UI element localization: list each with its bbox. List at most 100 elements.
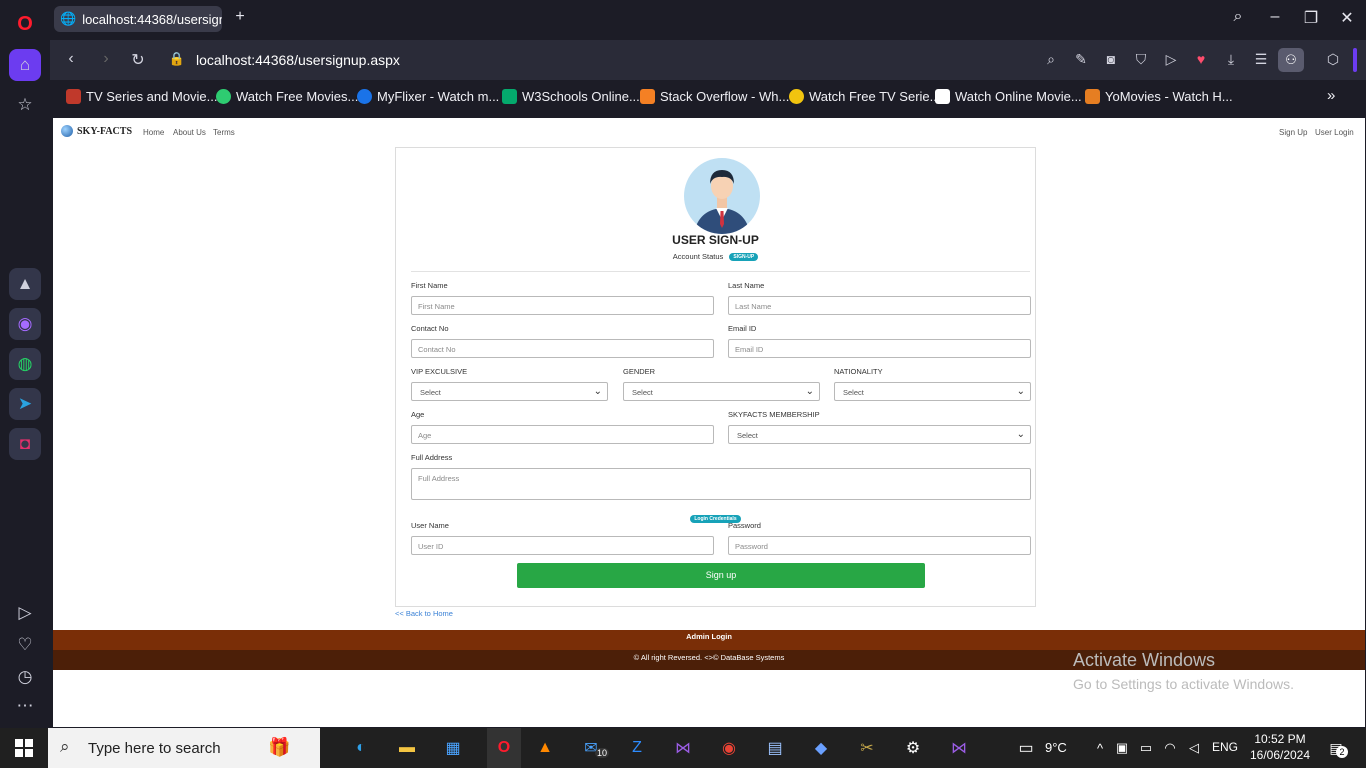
edge-icon[interactable]: ◐	[349, 736, 373, 760]
taskbar-search[interactable]: ⌕ Type here to search 🎁	[48, 728, 320, 768]
mail-icon[interactable]: ✉ 10	[579, 736, 610, 760]
chevron-up-icon[interactable]: ^	[1088, 736, 1112, 760]
vip-select[interactable]: Select ⌄	[411, 382, 608, 401]
reload-icon[interactable]: ↻	[127, 50, 149, 70]
bookmark-item[interactable]: Stack Overflow - Wh...	[640, 89, 789, 104]
profile-icon[interactable]: ⚇	[1278, 48, 1304, 72]
visual-studio-2-icon[interactable]: ⋈	[947, 736, 971, 760]
forward-icon[interactable]: ›	[95, 50, 117, 68]
web-page: SKY-FACTS Home About Us Terms Sign Up Us…	[53, 118, 1365, 727]
clock-time[interactable]: 10:52 PM	[1252, 732, 1308, 746]
bookmark-item[interactable]: MyFlixer - Watch m...	[357, 89, 499, 104]
windows-taskbar: ⌕ Type here to search 🎁 ◐ ▬ ▦ O ▲ ✉ 10 Z …	[0, 728, 1366, 768]
tab-active[interactable]: 🌐 localhost:44368/usersignu	[54, 6, 222, 32]
search-icon: ⌕	[60, 737, 70, 756]
download-icon[interactable]: ⤓	[1220, 51, 1242, 68]
bookmark-item[interactable]: Watch Free TV Serie...	[789, 89, 941, 104]
back-to-home-link[interactable]: << Back to Home	[395, 609, 453, 618]
adblock-icon[interactable]: ⛉	[1130, 51, 1152, 68]
address-textarea[interactable]: Full Address	[411, 468, 1031, 500]
nationality-select[interactable]: Select ⌄	[834, 382, 1031, 401]
visual-studio-icon[interactable]: ⋈	[671, 736, 695, 760]
notifications-icon[interactable]: ▤ 2	[1324, 736, 1348, 760]
username-input[interactable]: User ID	[411, 536, 714, 555]
star-icon[interactable]: ☆	[9, 89, 41, 121]
home-icon[interactable]: ⌂	[9, 49, 41, 81]
battery-icon[interactable]: ▭	[1134, 736, 1158, 760]
status-badge: SIGN-UP	[729, 253, 759, 262]
instagram-icon[interactable]: ◘	[9, 428, 41, 460]
age-input[interactable]: Age	[411, 425, 714, 444]
bookmark-favicon-icon	[935, 89, 950, 104]
clock-date[interactable]: 16/06/2024	[1249, 748, 1311, 762]
back-icon[interactable]: ‹	[60, 50, 82, 68]
player-icon[interactable]: ▷	[9, 597, 41, 629]
new-tab-icon[interactable]: +	[228, 8, 252, 26]
bookmark-item[interactable]: Watch Online Movie...	[935, 89, 1082, 104]
email-input[interactable]: Email ID	[728, 339, 1031, 358]
volume-icon[interactable]: ◁	[1182, 736, 1206, 760]
copilot-icon[interactable]: ◆	[809, 736, 833, 760]
wifi-icon[interactable]: ◠	[1158, 736, 1182, 760]
password-label: Password	[728, 521, 761, 530]
camera-tray-icon[interactable]: ▣	[1110, 736, 1134, 760]
nav-terms[interactable]: Terms	[213, 128, 235, 137]
vlc-icon[interactable]: ▲	[533, 736, 557, 760]
last-name-input[interactable]: Last Name	[728, 296, 1031, 315]
heart-icon[interactable]: ♥	[1190, 51, 1212, 67]
username-label: User Name	[411, 521, 449, 530]
nav-about[interactable]: About Us	[173, 128, 206, 137]
file-explorer-icon[interactable]: ▬	[395, 736, 419, 760]
store-icon[interactable]: ▦	[441, 736, 465, 760]
network-app-icon[interactable]: ▤	[763, 736, 787, 760]
nav-home[interactable]: Home	[143, 128, 164, 137]
bookmark-item[interactable]: TV Series and Movie...	[66, 89, 218, 104]
settings-icon[interactable]: ⚙	[901, 736, 925, 760]
edit-icon[interactable]: ✎	[1070, 51, 1092, 68]
chrome-icon[interactable]: ◉	[717, 736, 741, 760]
chevron-down-icon: ⌄	[805, 386, 814, 397]
bookmark-item[interactable]: Watch Free Movies...	[216, 89, 358, 104]
zoom-icon[interactable]: ⌕	[1040, 51, 1062, 68]
windows-start-icon[interactable]	[12, 736, 36, 760]
sidebar-toggle[interactable]	[1353, 48, 1357, 72]
bookmarks-overflow-icon[interactable]: »	[1327, 87, 1335, 104]
whatsapp-icon[interactable]: ◍	[9, 348, 41, 380]
membership-select[interactable]: Select ⌄	[728, 425, 1031, 444]
bookmark-item[interactable]: YoMovies - Watch H...	[1085, 89, 1233, 104]
restore-icon[interactable]: ❐	[1299, 8, 1323, 28]
admin-login-link[interactable]: Admin Login	[686, 632, 732, 641]
camera-icon[interactable]: ◙	[1100, 51, 1122, 67]
telegram-icon[interactable]: ➤	[9, 388, 41, 420]
extensions-icon[interactable]: ⬡	[1322, 51, 1344, 68]
tools-icon[interactable]: ✂	[855, 736, 879, 760]
flow-icon[interactable]: ▷	[1160, 51, 1182, 68]
opera-taskbar-icon[interactable]: O	[487, 728, 521, 768]
age-label: Age	[411, 410, 425, 419]
heart-icon[interactable]: ♡	[9, 629, 41, 661]
weather-icon[interactable]: ▭	[1014, 736, 1038, 760]
brand[interactable]: SKY-FACTS	[61, 125, 132, 137]
history-icon[interactable]: ◷	[9, 661, 41, 693]
zoom-app-icon[interactable]: Z	[625, 736, 649, 760]
weather-temp[interactable]: 9°C	[1045, 740, 1067, 755]
bookmarks-bar: TV Series and Movie... Watch Free Movies…	[50, 82, 1366, 114]
messenger-icon[interactable]: ◉	[9, 308, 41, 340]
contact-input[interactable]: Contact No	[411, 339, 714, 358]
close-icon[interactable]: ✕	[1335, 8, 1359, 28]
first-name-input[interactable]: First Name	[411, 296, 714, 315]
gender-select[interactable]: Select ⌄	[623, 382, 820, 401]
password-input[interactable]: Password	[728, 536, 1031, 555]
search-icon[interactable]: ⌕	[1226, 8, 1250, 26]
nav-user-login[interactable]: User Login	[1315, 128, 1354, 137]
sign-up-button[interactable]: Sign up	[517, 563, 925, 588]
url-field[interactable]: localhost:44368/usersignup.aspx	[196, 52, 400, 68]
bookmark-item[interactable]: W3Schools Online...	[502, 89, 640, 104]
aria-icon[interactable]: ▲	[9, 268, 41, 300]
minimize-icon[interactable]: –	[1263, 8, 1287, 26]
language-indicator[interactable]: ENG	[1212, 740, 1238, 754]
opera-logo-icon[interactable]: O	[9, 8, 41, 40]
easy-setup-icon[interactable]: ☰	[1250, 51, 1272, 68]
nav-sign-up[interactable]: Sign Up	[1279, 128, 1307, 137]
more-icon[interactable]: ⋯	[9, 690, 41, 722]
